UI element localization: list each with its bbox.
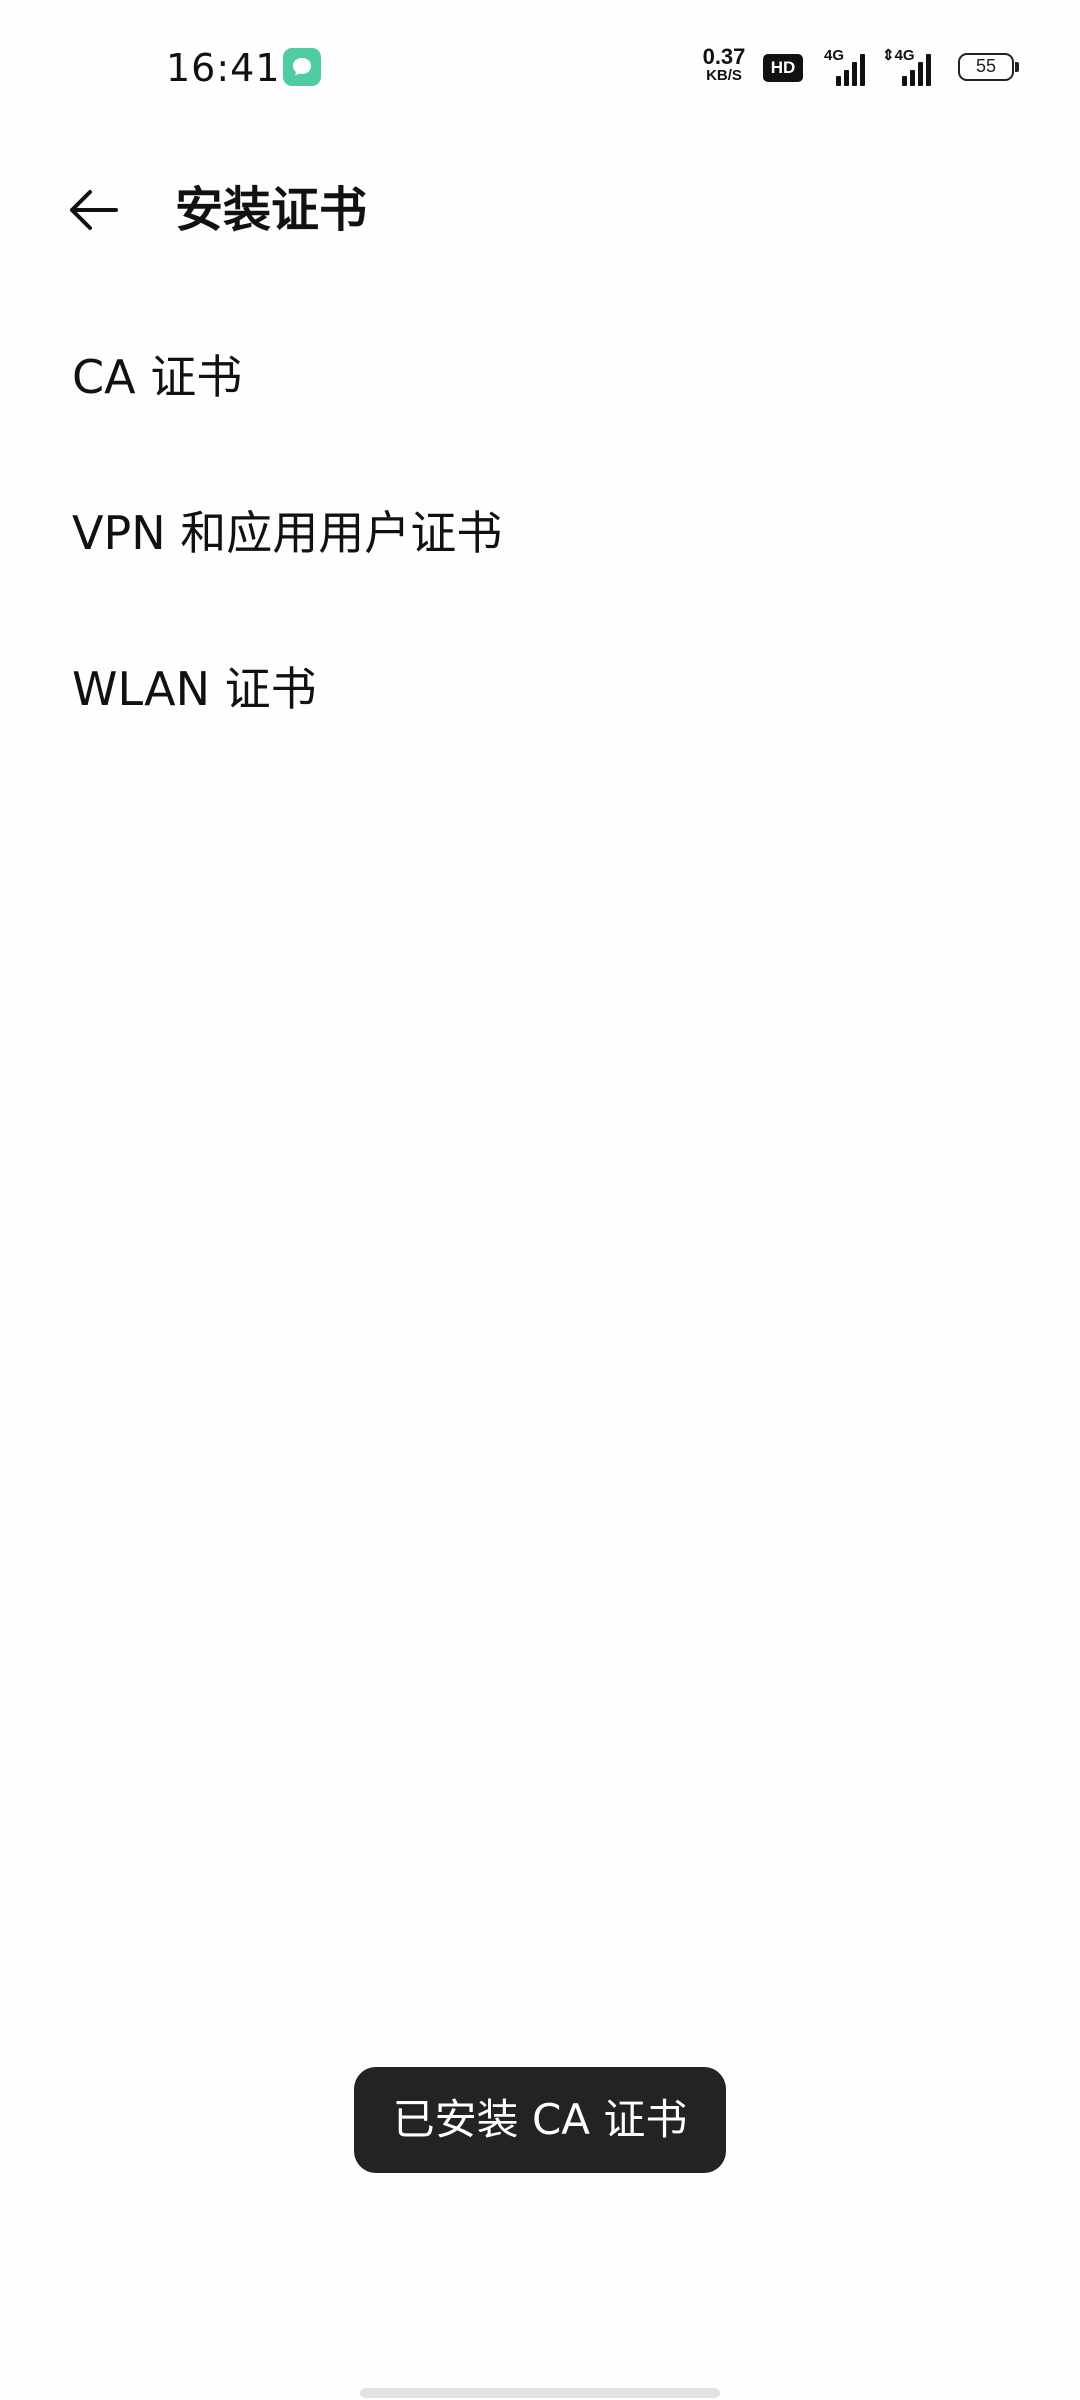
home-indicator[interactable] [360,2388,720,2398]
signal-network-label: ⇕4G [882,47,915,64]
signal-strength-icon: ⇕4G [880,48,940,86]
app-bar: 安装证书 [0,150,1080,270]
network-speed-indicator: 0.37 KB/S [698,46,750,84]
status-time: 16:41 [166,46,281,90]
back-button[interactable] [58,180,130,240]
list-item-ca-certificate[interactable]: CA 证书 [0,325,1080,481]
toast-message: 已安装 CA 证书 [354,2067,726,2173]
list-item-label: CA 证书 [72,350,243,404]
certificate-list: CA 证书 VPN 和应用用户证书 WLAN 证书 [0,325,1080,793]
page-title: 安装证书 [175,182,368,238]
signal-network-label: 4G [824,47,845,64]
chat-bubble-icon [283,48,321,86]
battery-icon: 55 [958,53,1014,81]
network-speed-unit: KB/S [706,67,742,84]
screen: 16:41 0.37 KB/S HD 4G ⇕4G 55 安装证书 CA 证书 … [0,0,1080,2400]
hd-voice-badge: HD [763,54,803,82]
battery-tip [1015,62,1019,72]
list-item-label: WLAN 证书 [72,662,317,716]
battery-level: 55 [975,56,997,76]
network-speed-value: 0.37 [702,44,746,69]
status-bar: 16:41 0.37 KB/S HD 4G ⇕4G 55 [0,0,1080,130]
list-item-label: VPN 和应用用户证书 [72,506,503,560]
list-item-vpn-app-user-certificate[interactable]: VPN 和应用用户证书 [0,481,1080,637]
list-item-wlan-certificate[interactable]: WLAN 证书 [0,637,1080,793]
signal-strength-icon: 4G [820,48,870,86]
